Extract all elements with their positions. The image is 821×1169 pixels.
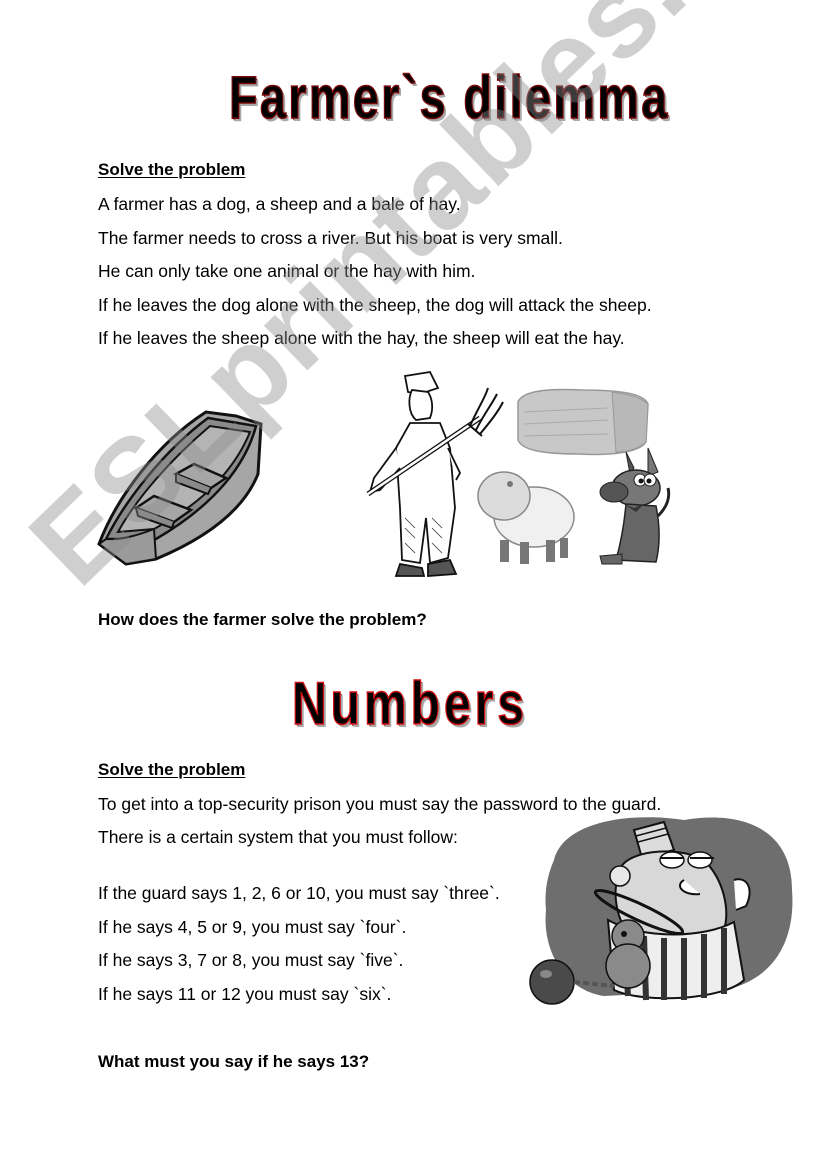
- sheep-illustration: [477, 471, 575, 564]
- section2-intro-line: There is a certain system that you must …: [98, 827, 458, 847]
- dog-illustration: [599, 447, 671, 565]
- section2-intro-line: To get into a top-security prison you mu…: [98, 794, 662, 814]
- section1-line: He can only take one animal or the hay w…: [98, 261, 476, 281]
- section1-heading: Solve the problem: [98, 160, 246, 179]
- section2-rule: If the guard says 1, 2, 6 or 10, you mus…: [98, 883, 500, 903]
- section1-line: If he leaves the dog alone with the shee…: [98, 295, 652, 315]
- prisoner-illustration: [529, 817, 793, 1005]
- title-numbers: Numbers: [291, 670, 529, 737]
- section1-line: If he leaves the sheep alone with the ha…: [98, 328, 625, 348]
- section1-question: How does the farmer solve the problem?: [98, 610, 427, 629]
- boat-illustration: [97, 410, 263, 566]
- title-farmers-dilemma: Farmer`s dilemma: [228, 64, 670, 131]
- section2-rule: If he says 4, 5 or 9, you must say `four…: [98, 917, 407, 937]
- section1-line: The farmer needs to cross a river. But h…: [98, 228, 563, 248]
- worksheet-page: Farmer`s dilemma Solve the problem A far…: [0, 0, 821, 1169]
- section1-line: A farmer has a dog, a sheep and a bale o…: [98, 194, 461, 214]
- section2-heading: Solve the problem: [98, 760, 246, 779]
- section2-rule: If he says 11 or 12 you must say `six`.: [98, 984, 392, 1004]
- section2-question: What must you say if he says 13?: [98, 1052, 370, 1071]
- section2-rule: If he says 3, 7 or 8, you must say `five…: [98, 950, 404, 970]
